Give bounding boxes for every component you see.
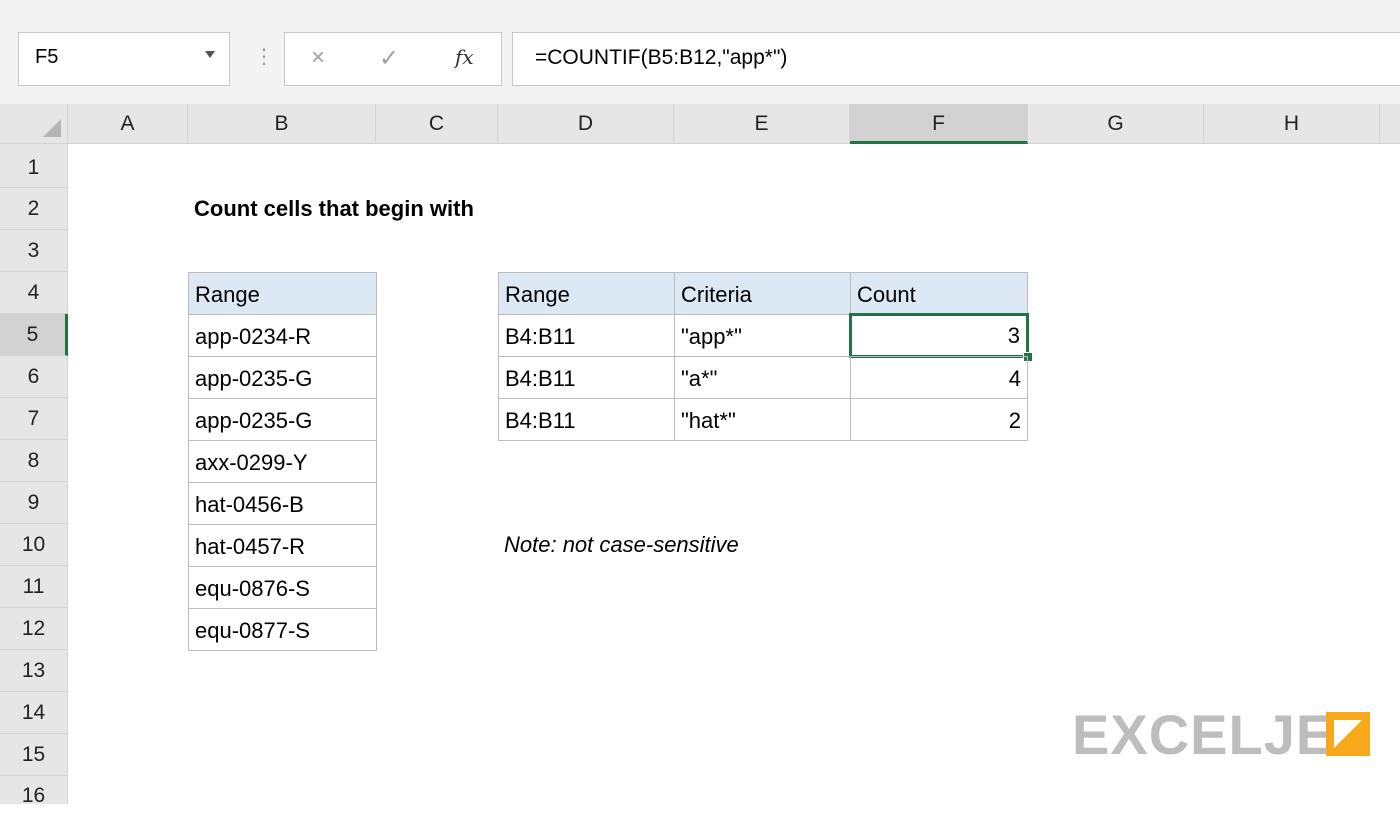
row-header-4[interactable]: 4 bbox=[0, 272, 68, 314]
formula-input[interactable]: =COUNTIF(B5:B12,"app*") bbox=[512, 32, 1400, 86]
name-box-value: F5 bbox=[35, 46, 59, 68]
range-cell[interactable]: hat-0456-B bbox=[188, 482, 377, 525]
check-icon[interactable]: ✓ bbox=[379, 44, 399, 73]
range-cell[interactable]: app-0235-G bbox=[188, 398, 377, 441]
summary-criteria-cell[interactable]: "a*" bbox=[674, 356, 851, 399]
row-header-13[interactable]: 13 bbox=[0, 650, 68, 692]
chevron-down-icon[interactable] bbox=[205, 51, 215, 58]
row-header-1[interactable]: 1 bbox=[0, 144, 68, 188]
grip-icon: ⋮ bbox=[254, 46, 274, 68]
column-header-d[interactable]: D bbox=[498, 104, 674, 144]
summary-criteria-cell[interactable]: "app*" bbox=[674, 314, 851, 357]
column-header-e[interactable]: E bbox=[674, 104, 850, 144]
range-cell[interactable]: axx-0299-Y bbox=[188, 440, 377, 483]
spreadsheet-grid: A B C D E F G H 1 2 3 4 5 6 7 8 9 10 11 … bbox=[0, 104, 1400, 807]
range-cell[interactable]: equ-0876-S bbox=[188, 566, 377, 609]
range-cell[interactable]: hat-0457-R bbox=[188, 524, 377, 567]
row-header-6[interactable]: 6 bbox=[0, 356, 68, 398]
select-all-corner[interactable] bbox=[0, 104, 68, 144]
range-cell[interactable]: app-0235-G bbox=[188, 356, 377, 399]
row-header-8[interactable]: 8 bbox=[0, 440, 68, 482]
row-header-7[interactable]: 7 bbox=[0, 398, 68, 440]
formula-text: =COUNTIF(B5:B12,"app*") bbox=[535, 46, 788, 69]
range-header-cell[interactable]: Range bbox=[188, 272, 377, 315]
note-text[interactable]: Note: not case-sensitive bbox=[498, 524, 739, 566]
summary-header-range[interactable]: Range bbox=[498, 272, 675, 315]
fx-icon[interactable]: fx bbox=[455, 45, 474, 69]
row-header-14[interactable]: 14 bbox=[0, 692, 68, 734]
row-header-5[interactable]: 5 bbox=[0, 314, 68, 356]
row-header-16[interactable]: 16 bbox=[0, 776, 68, 807]
column-header-c[interactable]: C bbox=[376, 104, 498, 144]
name-box[interactable]: F5 bbox=[18, 32, 230, 86]
summary-range-cell[interactable]: B4:B11 bbox=[498, 314, 675, 357]
column-header-f[interactable]: F bbox=[850, 104, 1028, 144]
column-header-b[interactable]: B bbox=[188, 104, 376, 144]
summary-count-cell[interactable]: 2 bbox=[850, 398, 1028, 441]
range-cell[interactable]: app-0234-R bbox=[188, 314, 377, 357]
column-header-h[interactable]: H bbox=[1204, 104, 1380, 144]
column-header-a[interactable]: A bbox=[68, 104, 188, 144]
summary-range-cell[interactable]: B4:B11 bbox=[498, 356, 675, 399]
row-header-11[interactable]: 11 bbox=[0, 566, 68, 608]
column-header-g[interactable]: G bbox=[1028, 104, 1204, 144]
logo-text: EXCELJET bbox=[1072, 703, 1370, 766]
column-header-next[interactable] bbox=[1380, 104, 1400, 144]
cancel-icon[interactable]: × bbox=[311, 44, 325, 72]
logo-mark-icon bbox=[1326, 712, 1370, 756]
sheet-title[interactable]: Count cells that begin with bbox=[188, 188, 474, 230]
summary-header-count[interactable]: Count bbox=[850, 272, 1028, 315]
summary-criteria-cell[interactable]: "hat*" bbox=[674, 398, 851, 441]
active-cell-f5[interactable]: 3 bbox=[849, 313, 1029, 358]
summary-header-criteria[interactable]: Criteria bbox=[674, 272, 851, 315]
formula-bar: F5 ⋮ × ✓ fx =COUNTIF(B5:B12,"app*") bbox=[0, 0, 1400, 104]
row-header-10[interactable]: 10 bbox=[0, 524, 68, 566]
formula-tools: × ✓ fx bbox=[284, 32, 502, 86]
range-cell[interactable]: equ-0877-S bbox=[188, 608, 377, 651]
row-header-3[interactable]: 3 bbox=[0, 230, 68, 272]
row-header-12[interactable]: 12 bbox=[0, 608, 68, 650]
row-header-9[interactable]: 9 bbox=[0, 482, 68, 524]
row-header-15[interactable]: 15 bbox=[0, 734, 68, 776]
row-header-2[interactable]: 2 bbox=[0, 188, 68, 230]
summary-count-cell[interactable]: 4 bbox=[850, 356, 1028, 399]
summary-range-cell[interactable]: B4:B11 bbox=[498, 398, 675, 441]
